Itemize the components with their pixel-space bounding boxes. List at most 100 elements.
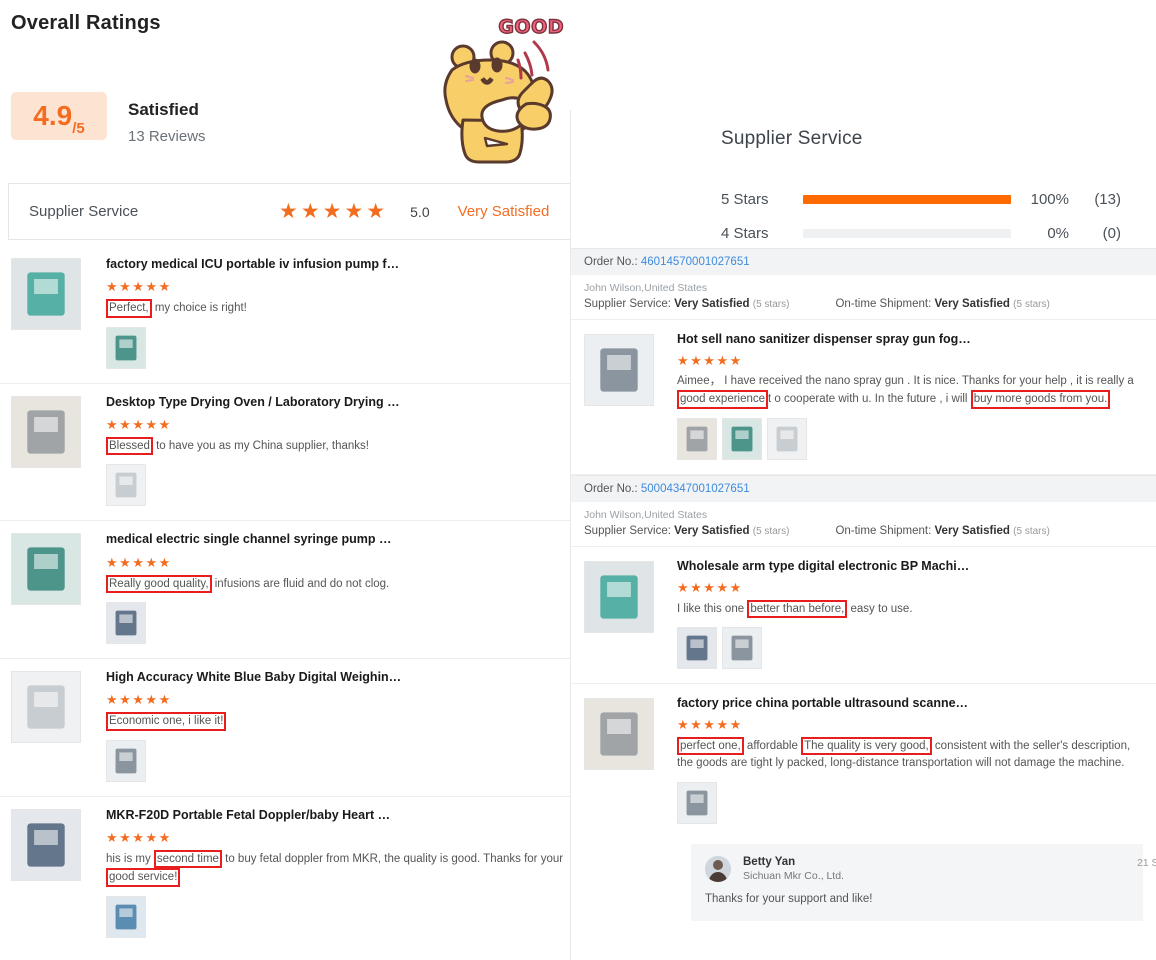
product-thumbnail[interactable] xyxy=(11,670,81,743)
review-photo-strip xyxy=(106,739,572,782)
order-product-title[interactable]: Wholesale arm type digital electronic BP… xyxy=(677,559,1148,573)
order-shipment-value: Very Satisfied xyxy=(934,298,1010,310)
order-number-link[interactable]: 50004347001027651 xyxy=(641,483,750,495)
order-number-link[interactable]: 46014570001027651 xyxy=(641,256,750,268)
order-product-body: factory price china portable ultrasound … xyxy=(677,696,1156,824)
review-photo[interactable] xyxy=(106,326,146,369)
order-product-thumbnail[interactable] xyxy=(584,698,654,770)
order-supplier-service-stars: (5 stars) xyxy=(752,525,790,537)
review-product-title[interactable]: factory medical ICU portable iv infusion… xyxy=(106,256,572,272)
product-thumbnail[interactable] xyxy=(11,533,81,606)
order-review-stars: ★★★★★ xyxy=(677,579,743,595)
review-highlight: Blessed xyxy=(106,436,153,456)
review-stars: ★★★★★ xyxy=(106,416,172,432)
product-photo-placeholder xyxy=(678,418,716,459)
review-text: Perfect, my choice is right! xyxy=(106,299,572,318)
review-body: MKR-F20D Portable Fetal Doppler/baby Hea… xyxy=(106,807,580,938)
order-review-text: Aimee， I have received the nano spray gu… xyxy=(677,373,1148,409)
product-thumbnail[interactable] xyxy=(11,808,81,881)
star-bar-fill xyxy=(803,194,1011,204)
review-product-title[interactable]: MKR-F20D Portable Fetal Doppler/baby Hea… xyxy=(106,807,572,823)
product-photo-placeholder xyxy=(107,740,145,781)
order-number-header: Order No.: 50004347001027651 xyxy=(571,474,1156,502)
order-review-stars: ★★★★★ xyxy=(677,353,743,368)
order-review-photo[interactable] xyxy=(722,627,762,669)
order-review-text-mid: easy to use. xyxy=(847,602,913,615)
star-level-label: 4 Stars xyxy=(721,224,769,242)
supplier-service-text: Very Satisfied xyxy=(457,203,550,220)
supplier-service-label: Supplier Service xyxy=(29,203,139,220)
product-photo-placeholder xyxy=(585,699,653,769)
order-product-thumbnail[interactable] xyxy=(584,334,654,406)
star-percent: 0% xyxy=(1047,224,1069,242)
product-photo-placeholder xyxy=(12,671,80,742)
review-highlight: Really good quality, xyxy=(106,574,212,593)
product-thumbnail[interactable] xyxy=(11,395,81,468)
review-body: High Accuracy White Blue Baby Digital We… xyxy=(106,669,580,782)
order-product-review[interactable]: factory price china portable ultrasound … xyxy=(571,684,1156,838)
product-photo-placeholder xyxy=(12,809,80,880)
product-photo-placeholder xyxy=(678,628,716,668)
product-photo-placeholder xyxy=(585,561,653,632)
order-review-highlight-2: buy more goods from you. xyxy=(970,390,1111,409)
product-photo-placeholder xyxy=(12,259,80,329)
order-shipment-stars: (5 stars) xyxy=(1013,299,1050,310)
order-review-text-mid: t o cooperate with u. In the future , i … xyxy=(768,393,971,406)
order-review-photo[interactable] xyxy=(677,417,717,460)
review-item[interactable]: Desktop Type Drying Oven / Laboratory Dr… xyxy=(0,384,580,522)
order-review-photo[interactable] xyxy=(722,417,762,460)
order-product-review[interactable]: Wholesale arm type digital electronic BP… xyxy=(571,547,1156,684)
order-review-photo[interactable] xyxy=(677,627,717,669)
order-product-title[interactable]: Hot sell nano sanitizer dispenser spray … xyxy=(677,332,1148,346)
order-review-photo[interactable] xyxy=(767,417,807,460)
order-product-review[interactable]: Hot sell nano sanitizer dispenser spray … xyxy=(571,320,1156,475)
order-review-photo[interactable] xyxy=(677,781,717,824)
review-photo-strip xyxy=(106,895,572,938)
review-stars: ★★★★★ xyxy=(106,692,172,708)
product-thumbnail[interactable] xyxy=(11,258,81,330)
product-photo-placeholder xyxy=(678,782,716,823)
review-item[interactable]: MKR-F20D Portable Fetal Doppler/baby Hea… xyxy=(0,797,580,952)
review-photo[interactable] xyxy=(106,601,146,644)
supplier-service-score: 5.0 xyxy=(410,203,430,220)
order-review-text-pre: I like this one xyxy=(677,602,748,615)
review-list: factory medical ICU portable iv infusion… xyxy=(0,246,580,952)
order-shipment-stars: (5 stars) xyxy=(1013,525,1050,537)
review-item[interactable]: factory medical ICU portable iv infusion… xyxy=(0,246,580,384)
ratings-page: Overall Ratings GOOD 4.9 /5 Satisfied 13… xyxy=(0,0,1156,960)
review-text-rest: to have you as my China supplier, thanks… xyxy=(152,439,369,452)
review-item[interactable]: medical electric single channel syringe … xyxy=(0,521,580,659)
supplier-reply-text: Thanks for your support and like! xyxy=(705,892,873,905)
order-review-text: perfect one, affordable The quality is v… xyxy=(677,737,1148,773)
review-body: medical electric single channel syringe … xyxy=(106,531,580,644)
order-number-label: Order No.: xyxy=(584,482,641,495)
product-photo-placeholder xyxy=(107,327,145,368)
review-stars: ★★★★★ xyxy=(106,554,172,570)
supplier-service-panel-title: Supplier Service xyxy=(721,128,863,149)
order-product-thumbnail[interactable] xyxy=(584,560,654,633)
order-number-label: Order No.: xyxy=(584,256,641,268)
order-supplier-service-value: Very Satisfied xyxy=(674,524,750,537)
order-review-stars: ★★★★★ xyxy=(677,717,743,732)
review-product-title[interactable]: Desktop Type Drying Oven / Laboratory Dr… xyxy=(106,394,572,410)
star-distribution-row: 5 Stars 100% (13) xyxy=(721,182,1156,216)
product-photo-placeholder xyxy=(107,602,145,643)
review-item[interactable]: High Accuracy White Blue Baby Digital We… xyxy=(0,659,580,797)
review-photo[interactable] xyxy=(106,739,146,782)
product-photo-placeholder xyxy=(12,396,80,467)
overall-score-label: Satisfied xyxy=(128,100,199,119)
order-supplier-service-stars: (5 stars) xyxy=(752,299,790,310)
review-photo[interactable] xyxy=(106,464,146,507)
review-photo[interactable] xyxy=(106,895,146,938)
order-product-title[interactable]: factory price china portable ultrasound … xyxy=(677,696,1148,710)
supplier-reply-company: Sichuan Mkr Co., Ltd. xyxy=(743,869,844,882)
overall-score-badge: 4.9 /5 xyxy=(11,92,107,140)
good-badge-label: GOOD xyxy=(498,15,565,38)
order-supplier-service-label: Supplier Service: xyxy=(584,298,675,310)
order-product-body: Hot sell nano sanitizer dispenser spray … xyxy=(677,332,1156,460)
review-product-title[interactable]: High Accuracy White Blue Baby Digital We… xyxy=(106,669,572,685)
order-rating-line: Supplier Service: Very Satisfied (5 star… xyxy=(571,294,1156,320)
review-text-pre: his is my xyxy=(106,852,154,865)
review-product-title[interactable]: medical electric single channel syringe … xyxy=(106,531,572,547)
supplier-service-detail-panel: Supplier Service 5 Stars 100% (13) 4 Stars 0… xyxy=(570,110,1156,960)
